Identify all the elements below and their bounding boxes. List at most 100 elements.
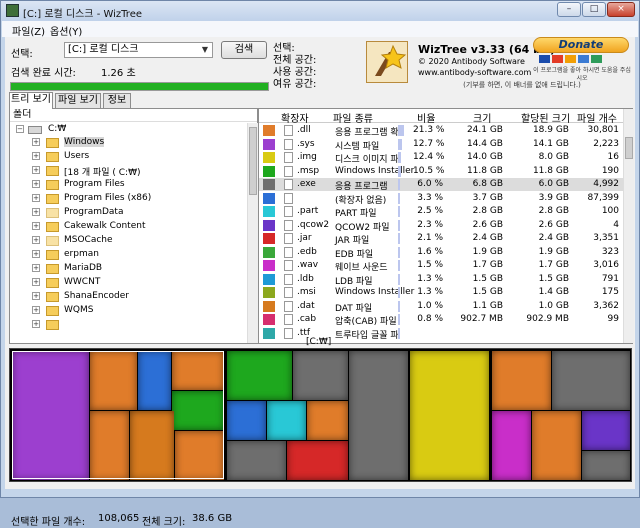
file-type-row[interactable]: .msp Windows Installer 10.5 % 11.8 GB 11.8 G… (259, 165, 623, 178)
file-type-row[interactable]: (확장자 없음) 3.3 % 3.7 GB 3.9 GB 87,399 (259, 192, 623, 206)
file-type-row[interactable]: .img 디스크 이미지 파 12.4 % 14.0 GB 8.0 GB 16 (259, 151, 623, 165)
tab-file-view[interactable]: 파일 보기 (55, 93, 101, 108)
file-type-row[interactable]: .exe 응용 프로그램 6.0 % 6.8 GB 6.0 GB 4,992 (259, 178, 623, 192)
chevron-down-icon[interactable]: ▼ (198, 43, 212, 57)
expand-icon[interactable]: + (32, 278, 40, 286)
treemap-block[interactable] (287, 441, 348, 480)
treemap-block[interactable] (293, 351, 348, 400)
row-ext: .sys (297, 138, 315, 149)
tree-item[interactable]: + ProgramData (10, 206, 247, 219)
expand-icon[interactable]: + (32, 250, 40, 258)
row-type: 웨이브 사운드 (335, 263, 388, 273)
grid-scrollbar[interactable] (623, 109, 634, 343)
tree-item[interactable]: + Users (10, 150, 247, 163)
tree-scrollbar[interactable] (247, 123, 258, 343)
expand-icon[interactable]: + (32, 166, 40, 174)
file-type-row[interactable]: .sys 시스템 파일 12.7 % 14.4 GB 14.1 GB 2,223 (259, 138, 623, 152)
tree-item[interactable]: + MariaDB (10, 262, 247, 275)
col-allocated[interactable]: 할당된 크기 (521, 110, 570, 125)
treemap-block[interactable] (552, 351, 630, 410)
row-type: Windows Installer (335, 287, 415, 297)
minimize-button[interactable]: – (557, 2, 581, 17)
title-bar[interactable]: [C:] 로컬 디스크 - WizTree – □ × (1, 1, 639, 21)
expand-icon[interactable]: + (32, 236, 40, 244)
tab-info[interactable]: 정보 (103, 93, 131, 108)
file-type-row[interactable]: .part PART 파일 2.5 % 2.8 GB 2.8 GB 100 (259, 205, 623, 219)
treemap-block[interactable] (227, 401, 266, 440)
row-count: 175 (601, 287, 619, 297)
search-button[interactable]: 검색 (221, 41, 267, 59)
file-type-row[interactable]: .cab 압축(CAB) 파일 0.8 % 902.7 MB 902.9 MB 99 (259, 313, 623, 327)
expand-icon[interactable]: + (32, 208, 40, 216)
treemap-block[interactable] (349, 351, 408, 480)
close-button[interactable]: × (607, 2, 635, 17)
row-count: 791 (601, 273, 619, 284)
tree-item[interactable]: + WQMS (10, 304, 247, 317)
file-type-row[interactable]: .edb EDB 파일 1.6 % 1.9 GB 1.9 GB 323 (259, 246, 623, 260)
treemap-block[interactable] (307, 401, 348, 440)
row-percent: 2.3 % (417, 219, 443, 230)
expand-icon[interactable]: + (32, 152, 40, 160)
treemap[interactable] (9, 348, 632, 482)
collapse-icon[interactable]: − (16, 125, 24, 133)
drive-select[interactable]: [C:] 로컬 디스크 ▼ (64, 42, 213, 58)
treemap-block[interactable] (532, 411, 581, 480)
card-icon (591, 55, 602, 63)
file-type-row[interactable]: .wav 웨이브 사운드 1.5 % 1.7 GB 1.7 GB 3,016 (259, 259, 623, 273)
donate-button[interactable]: Donate (533, 37, 629, 53)
row-size: 1.7 GB (472, 260, 503, 270)
grid-scroll-thumb[interactable] (625, 137, 633, 159)
progress-fill (11, 83, 268, 90)
tree-item[interactable]: + Windows (10, 136, 247, 149)
file-type-row[interactable]: .msi Windows Installer 1.3 % 1.5 GB 1.4 GB 17… (259, 286, 623, 299)
tree-item[interactable]: + WWCNT (10, 276, 247, 289)
folder-header[interactable]: 폴더 (10, 109, 257, 122)
treemap-block[interactable] (410, 351, 489, 480)
file-type-row[interactable]: .jar JAR 파일 2.1 % 2.4 GB 2.4 GB 3,351 (259, 232, 623, 246)
treemap-block[interactable] (492, 351, 551, 410)
expand-icon[interactable]: + (32, 264, 40, 272)
col-percent[interactable]: 비율 (417, 110, 435, 125)
expand-icon[interactable]: + (32, 194, 40, 202)
tree-item[interactable]: + (10, 318, 247, 331)
treemap-block[interactable] (492, 411, 531, 480)
col-type[interactable]: 파일 종류 (333, 110, 373, 125)
tree-item[interactable]: + Program Files (x86) (10, 192, 247, 205)
tree-item[interactable]: + MSOCache (10, 234, 247, 247)
expand-icon[interactable]: + (32, 306, 40, 314)
tree-item[interactable]: + [18 개 파일 ( C:₩) (10, 164, 247, 178)
treemap-block[interactable] (582, 451, 630, 480)
treemap-block[interactable] (227, 351, 292, 400)
file-type-row[interactable]: .dat DAT 파일 1.0 % 1.1 GB 1.0 GB 3,362 (259, 300, 623, 314)
tree-item[interactable]: + erpman (10, 248, 247, 261)
expand-icon[interactable]: + (32, 138, 40, 146)
row-type: 디스크 이미지 파 (335, 155, 399, 165)
tree-item[interactable]: + Program Files (10, 178, 247, 191)
file-type-row[interactable]: .qcow2 QCOW2 파일 2.3 % 2.6 GB 2.6 GB 4 (259, 219, 623, 233)
menu-file[interactable]: 파일(Z) (12, 23, 45, 38)
expand-icon[interactable]: + (32, 292, 40, 300)
treemap-block[interactable] (267, 401, 306, 440)
expand-icon[interactable]: + (32, 180, 40, 188)
tree-item[interactable]: + ShanaEncoder (10, 290, 247, 303)
about-copyright: © 2020 Antibody Software (418, 57, 525, 66)
col-size[interactable]: 크기 (473, 110, 491, 125)
tree-item-label: WQMS (64, 305, 94, 315)
file-type-row[interactable]: .ldb LDB 파일 1.3 % 1.5 GB 1.5 GB 791 (259, 273, 623, 287)
wiztree-window: [C:] 로컬 디스크 - WizTree – □ × 파일(Z) 옵션(Y) … (0, 0, 640, 528)
menu-options[interactable]: 옵션(Y) (50, 23, 82, 38)
maximize-button[interactable]: □ (582, 2, 606, 17)
col-count[interactable]: 파일 개수 (577, 110, 617, 125)
expand-icon[interactable]: + (32, 320, 40, 328)
tree-scroll-thumb[interactable] (249, 127, 257, 195)
file-type-row[interactable]: .dll 응용 프로그램 확 21.3 % 24.1 GB 18.9 GB 30,801 (259, 124, 623, 138)
about-website[interactable]: www.antibody-software.com (418, 68, 531, 77)
treemap-block[interactable] (582, 411, 630, 450)
expand-icon[interactable]: + (32, 222, 40, 230)
tab-tree-view[interactable]: 트리 보기 (9, 92, 53, 109)
treemap-block[interactable] (227, 441, 286, 480)
row-percent: 2.5 % (417, 206, 443, 216)
tree-root[interactable]: − C:₩ (10, 123, 247, 136)
col-ext[interactable]: 확장자 (281, 110, 309, 125)
tree-item[interactable]: + Cakewalk Content (10, 220, 247, 233)
